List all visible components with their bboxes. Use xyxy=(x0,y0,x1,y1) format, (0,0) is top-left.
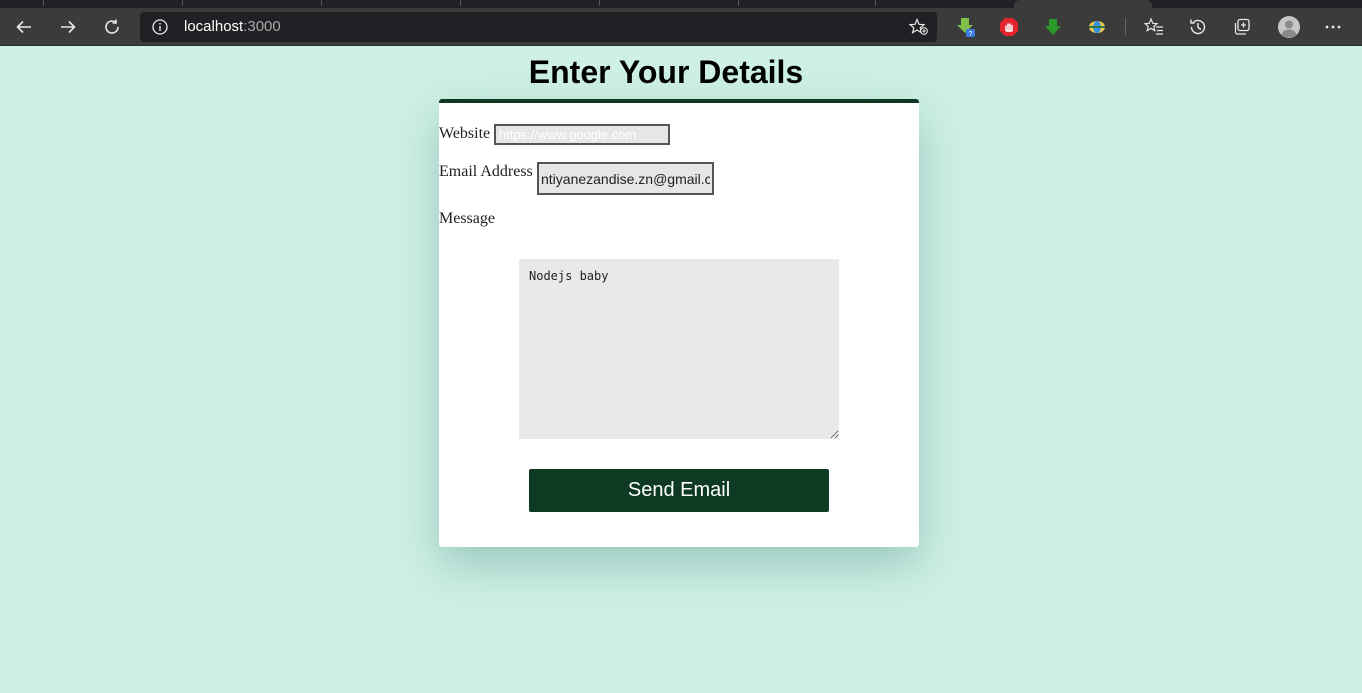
adblock-extension-icon[interactable] xyxy=(998,16,1020,38)
more-options-icon xyxy=(1325,25,1341,29)
contact-form: Website Email Address Message Nodejs bab… xyxy=(439,99,919,547)
reload-icon xyxy=(105,19,119,34)
website-row: Website xyxy=(439,125,490,143)
history-button[interactable] xyxy=(1187,16,1209,38)
translate-extension-icon[interactable] xyxy=(1086,16,1108,38)
tab-separator xyxy=(738,0,739,6)
tab-separator xyxy=(460,0,461,6)
url-text: localhost:3000 xyxy=(184,18,281,35)
tab-separator xyxy=(43,0,44,6)
page-title: Enter Your Details xyxy=(528,54,804,90)
url-port: :3000 xyxy=(243,18,281,35)
website-label: Website xyxy=(439,125,491,142)
forward-arrow-icon xyxy=(61,20,76,33)
favorites-icon xyxy=(1144,17,1163,35)
download-manager-extension-icon[interactable]: ? xyxy=(954,16,976,38)
collections-button[interactable] xyxy=(1231,16,1253,38)
collections-icon xyxy=(1234,18,1250,35)
back-button[interactable] xyxy=(6,8,42,45)
settings-menu-button[interactable] xyxy=(1322,16,1344,38)
email-label: Email Address xyxy=(439,163,533,180)
email-row: Email Address xyxy=(439,163,533,181)
forward-button[interactable] xyxy=(50,8,86,45)
send-email-button[interactable]: Send Email xyxy=(529,469,829,512)
url-host: localhost xyxy=(184,18,244,35)
svg-text:?: ? xyxy=(969,31,973,38)
favorites-button[interactable] xyxy=(1143,16,1165,38)
reload-button[interactable] xyxy=(94,8,130,45)
download-arrow-extension-icon[interactable] xyxy=(1042,16,1064,38)
toolbar-separator xyxy=(1125,18,1126,35)
address-bar[interactable]: localhost:3000 xyxy=(140,12,937,42)
tab-separator xyxy=(182,0,183,6)
history-icon xyxy=(1190,19,1206,35)
back-arrow-icon xyxy=(16,20,31,33)
tab-separator xyxy=(875,0,876,6)
site-info-icon[interactable] xyxy=(152,19,168,35)
active-tab[interactable] xyxy=(1014,0,1152,8)
message-textarea[interactable]: Nodejs baby xyxy=(519,259,839,439)
tab-separator xyxy=(321,0,322,6)
tab-separator xyxy=(599,0,600,6)
add-favorite-icon[interactable] xyxy=(909,18,929,36)
browser-toolbar: localhost:3000 ? xyxy=(0,8,1362,46)
website-input[interactable] xyxy=(494,124,670,145)
message-row: Message xyxy=(439,210,495,228)
tab-strip xyxy=(0,0,1362,8)
profile-icon xyxy=(1278,16,1300,38)
message-label: Message xyxy=(439,210,495,227)
profile-avatar[interactable] xyxy=(1276,14,1302,40)
email-input[interactable] xyxy=(537,162,714,195)
